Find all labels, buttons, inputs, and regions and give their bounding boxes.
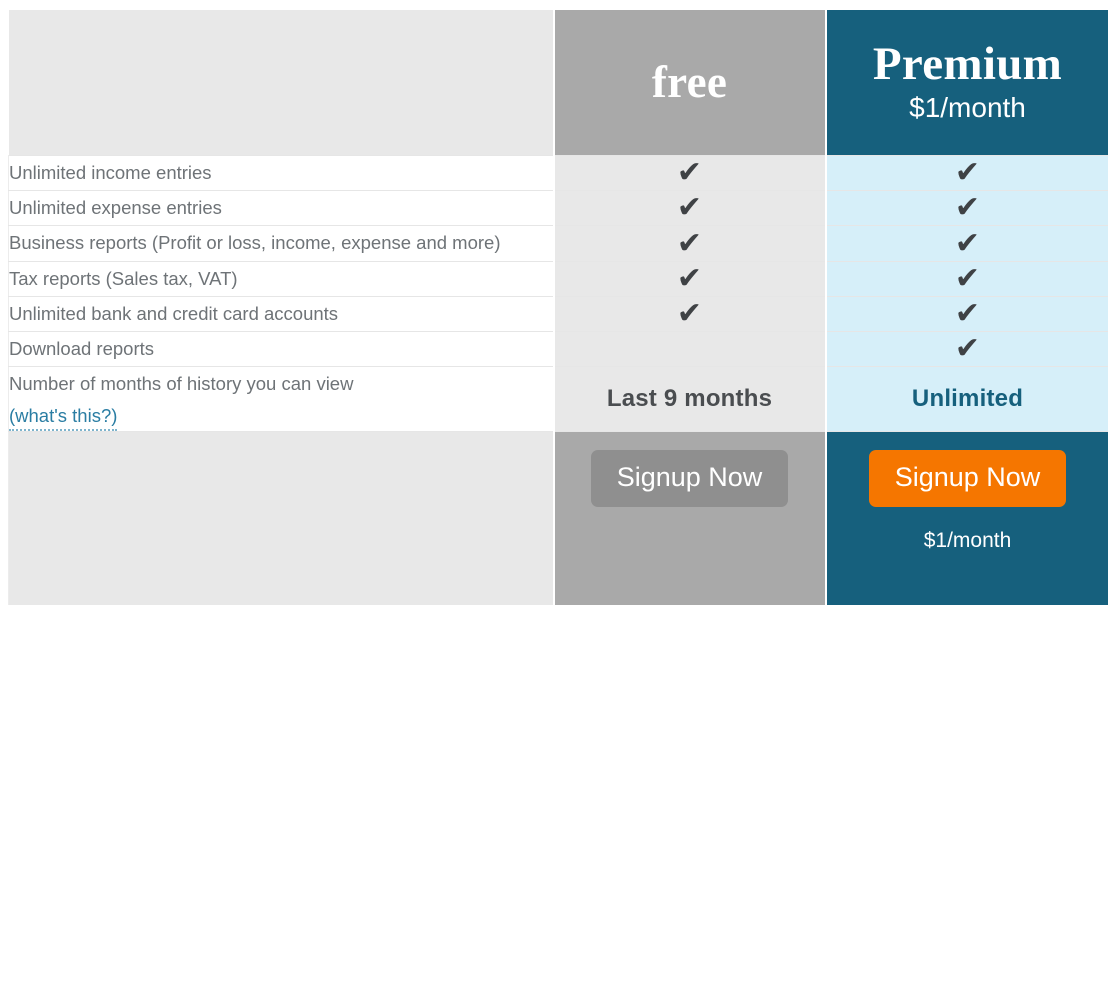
value-cell-premium: Unlimited — [825, 366, 1108, 433]
feature-cell: Tax reports (Sales tax, VAT) — [8, 260, 554, 297]
value-cell-free: ✔ — [552, 260, 827, 297]
feature-label: Business reports (Profit or loss, income… — [9, 232, 501, 254]
pricing-comparison-table: free Premium $1/month Unlimited income e… — [8, 10, 1108, 606]
value-cell-free — [552, 331, 827, 368]
check-icon: ✔ — [954, 260, 981, 296]
value-cell-free: ✔ — [552, 225, 827, 262]
table-row: Tax reports (Sales tax, VAT) ✔ ✔ — [8, 260, 1108, 297]
plan-name-free: free — [651, 57, 728, 108]
table-row: Business reports (Profit or loss, income… — [8, 225, 1108, 262]
table-body: Unlimited income entries ✔ ✔ Unlimited e… — [8, 154, 1108, 433]
value-cell-premium: ✔ — [825, 154, 1108, 192]
feature-cell: Unlimited income entries — [8, 154, 554, 192]
feature-label: Download reports — [9, 338, 154, 360]
table-row: Unlimited income entries ✔ ✔ — [8, 154, 1108, 192]
check-icon: ✔ — [954, 155, 981, 191]
table-footer-row: Signup Now Signup Now $1/month — [8, 431, 1108, 606]
header-blank-cell — [8, 10, 554, 156]
feature-label: Unlimited bank and credit card accounts — [9, 302, 339, 324]
whats-this-link[interactable]: (what's this?) — [9, 402, 118, 432]
value-cell-premium: ✔ — [825, 260, 1108, 297]
value-cell-premium: ✔ — [825, 190, 1108, 227]
feature-cell: Download reports — [8, 331, 554, 368]
feature-label: Number of months of history you can view — [9, 373, 354, 395]
check-icon: ✔ — [676, 295, 703, 331]
check-icon: ✔ — [954, 225, 981, 261]
check-icon: ✔ — [676, 260, 703, 296]
feature-label: Unlimited expense entries — [9, 197, 222, 219]
table-row: Download reports ✔ — [8, 331, 1108, 368]
history-value-premium: Unlimited — [911, 385, 1024, 413]
feature-cell: Business reports (Profit or loss, income… — [8, 225, 554, 262]
feature-cell: Number of months of history you can view… — [8, 366, 554, 433]
pricing-comparison-container: free Premium $1/month Unlimited income e… — [0, 0, 1108, 1008]
feature-cell: Unlimited bank and credit card accounts — [8, 295, 554, 333]
signup-button-premium[interactable]: Signup Now — [868, 450, 1067, 507]
value-cell-free: ✔ — [552, 295, 827, 333]
feature-label: Tax reports (Sales tax, VAT) — [9, 267, 238, 289]
check-icon: ✔ — [954, 295, 981, 331]
value-cell-free: Last 9 months — [552, 366, 827, 433]
signup-button-free[interactable]: Signup Now — [590, 450, 789, 507]
footer-blank-cell — [8, 431, 554, 606]
table-row: Unlimited expense entries ✔ ✔ — [8, 190, 1108, 227]
check-icon: ✔ — [954, 190, 981, 226]
header-plan-free: free — [552, 10, 827, 156]
check-icon: ✔ — [954, 331, 981, 367]
plan-name-premium: Premium — [872, 38, 1063, 91]
value-cell-free: ✔ — [552, 190, 827, 227]
history-value-free: Last 9 months — [606, 385, 773, 413]
check-icon: ✔ — [676, 225, 703, 261]
feature-cell: Unlimited expense entries — [8, 190, 554, 227]
table-row: Unlimited bank and credit card accounts … — [8, 295, 1108, 333]
feature-label: Unlimited income entries — [9, 162, 212, 183]
table-row: Number of months of history you can view… — [8, 366, 1108, 433]
plan-price-premium: $1/month — [909, 91, 1026, 123]
header-plan-premium: Premium $1/month — [825, 10, 1108, 156]
footer-cell-premium: Signup Now $1/month — [825, 431, 1108, 606]
footer-subnote-premium: $1/month — [923, 528, 1012, 552]
value-cell-premium: ✔ — [825, 295, 1108, 333]
check-icon: ✔ — [676, 155, 703, 191]
value-cell-premium: ✔ — [825, 331, 1108, 368]
value-cell-premium: ✔ — [825, 225, 1108, 262]
value-cell-free: ✔ — [552, 154, 827, 192]
check-icon: ✔ — [676, 190, 703, 226]
table-header-row: free Premium $1/month — [8, 10, 1108, 156]
footer-cell-free: Signup Now — [552, 431, 827, 606]
